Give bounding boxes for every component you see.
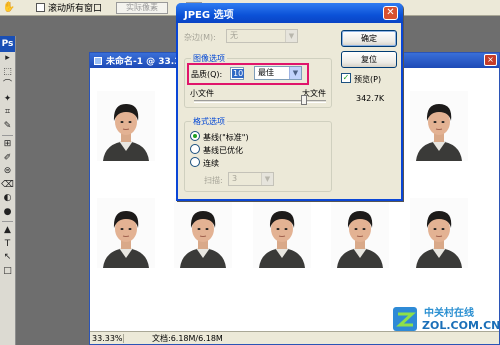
- portrait-photo: [410, 91, 468, 161]
- zol-logo-icon: [393, 307, 417, 331]
- small-file-label: 小文件: [190, 89, 214, 98]
- portrait-photo: [331, 198, 389, 268]
- format-baseline-optimized-radio[interactable]: [190, 144, 200, 154]
- tool-icon[interactable]: ▲: [0, 224, 15, 238]
- tool-list: ▸ ⬚ ⌒ ✦ ⌗ ✎ ⊞ ✐ ⊜ ⌫ ◐ ● ▲ T ↖ □: [0, 52, 15, 278]
- portrait-photo: [174, 198, 232, 268]
- portrait-photo: [410, 198, 468, 268]
- tool-icon[interactable]: ⊜: [0, 165, 15, 179]
- scans-dropdown[interactable]: 3 ▼: [228, 172, 274, 186]
- tool-icon[interactable]: ●: [0, 206, 15, 220]
- scroll-all-windows-checkbox[interactable]: [36, 3, 45, 12]
- format-baseline-standard-label: 基线("标准"): [203, 133, 249, 142]
- file-size: 342.7K: [356, 94, 385, 103]
- tool-icon[interactable]: ✦: [0, 93, 15, 107]
- matte-value: 无: [230, 31, 238, 40]
- watermark-domain: ZOL.COM.CN: [422, 319, 500, 332]
- preview-label: 预览(P): [354, 75, 382, 84]
- tool-icon[interactable]: ✐: [0, 152, 15, 166]
- ok-button[interactable]: 确定: [341, 30, 397, 47]
- toolbox-separator: [2, 135, 13, 136]
- zol-watermark: 中关村在线 ZOL.COM.CN: [392, 300, 500, 340]
- tool-icon[interactable]: T: [0, 238, 15, 252]
- hand-tool-icon[interactable]: ✋: [2, 1, 16, 15]
- quality-preset-dropdown[interactable]: 最佳 ▼: [254, 66, 302, 80]
- zoom-level[interactable]: 33.33%: [90, 333, 124, 343]
- scroll-all-windows-label: 滚动所有窗口: [48, 4, 103, 14]
- quality-value: 10: [232, 69, 245, 78]
- format-progressive-radio[interactable]: [190, 157, 200, 167]
- watermark-name: 中关村在线: [424, 308, 474, 319]
- jpeg-options-dialog: JPEG 选项 ✕ 杂边(M): 无 ▼ 图像选项 品质(Q): 10 最佳 ▼…: [176, 3, 403, 201]
- document-size: 文档:6.18M/6.18M: [152, 333, 223, 343]
- portrait-photo: [97, 91, 155, 161]
- format-baseline-standard-radio[interactable]: [190, 131, 200, 141]
- tool-icon[interactable]: ⌒: [0, 79, 15, 93]
- scans-label: 扫描:: [204, 176, 223, 185]
- matte-label: 杂边(M):: [184, 33, 216, 42]
- chevron-down-icon: ▼: [285, 30, 297, 42]
- portrait-photo: [253, 198, 311, 268]
- reset-button[interactable]: 复位: [341, 51, 397, 68]
- quality-label: 品质(Q):: [191, 70, 223, 79]
- quality-preset-value: 最佳: [258, 68, 274, 77]
- portrait-photo: [97, 198, 155, 268]
- toolbox-separator: [2, 221, 13, 222]
- tool-icon[interactable]: ◐: [0, 192, 15, 206]
- tool-icon[interactable]: □: [0, 265, 15, 279]
- quality-input[interactable]: 10: [230, 67, 245, 80]
- document-title: 未命名-1 @ 33.3: [106, 57, 181, 67]
- preview-checkbox[interactable]: ✓: [341, 73, 351, 83]
- toolbox: Ps ▸ ⬚ ⌒ ✦ ⌗ ✎ ⊞ ✐ ⊜ ⌫ ◐ ● ▲ T ↖ □: [0, 36, 16, 345]
- document-icon: [94, 56, 102, 65]
- document-close-icon[interactable]: ×: [484, 54, 497, 66]
- tool-icon[interactable]: ▸: [0, 52, 15, 66]
- matte-dropdown[interactable]: 无 ▼: [226, 29, 298, 43]
- tool-icon[interactable]: ⬚: [0, 66, 15, 80]
- tool-icon[interactable]: ✎: [0, 120, 15, 134]
- dialog-title[interactable]: JPEG 选项: [176, 3, 403, 23]
- format-progressive-label: 连续: [203, 159, 219, 168]
- tool-icon[interactable]: ⌫: [0, 179, 15, 193]
- format-baseline-optimized-label: 基线已优化: [203, 146, 243, 155]
- quality-slider-thumb[interactable]: [300, 95, 307, 105]
- chevron-down-icon: ▼: [261, 173, 273, 185]
- dialog-close-icon[interactable]: ✕: [383, 6, 398, 20]
- format-options-title: 格式选项: [191, 116, 227, 127]
- tool-icon[interactable]: ⌗: [0, 106, 15, 120]
- scans-value: 3: [232, 174, 238, 183]
- actual-pixels-button[interactable]: 实际像素: [116, 1, 169, 14]
- tool-icon[interactable]: ⊞: [0, 138, 15, 152]
- chevron-down-icon: ▼: [289, 67, 301, 79]
- tool-icon[interactable]: ↖: [0, 251, 15, 265]
- photoshop-logo[interactable]: Ps: [0, 36, 15, 52]
